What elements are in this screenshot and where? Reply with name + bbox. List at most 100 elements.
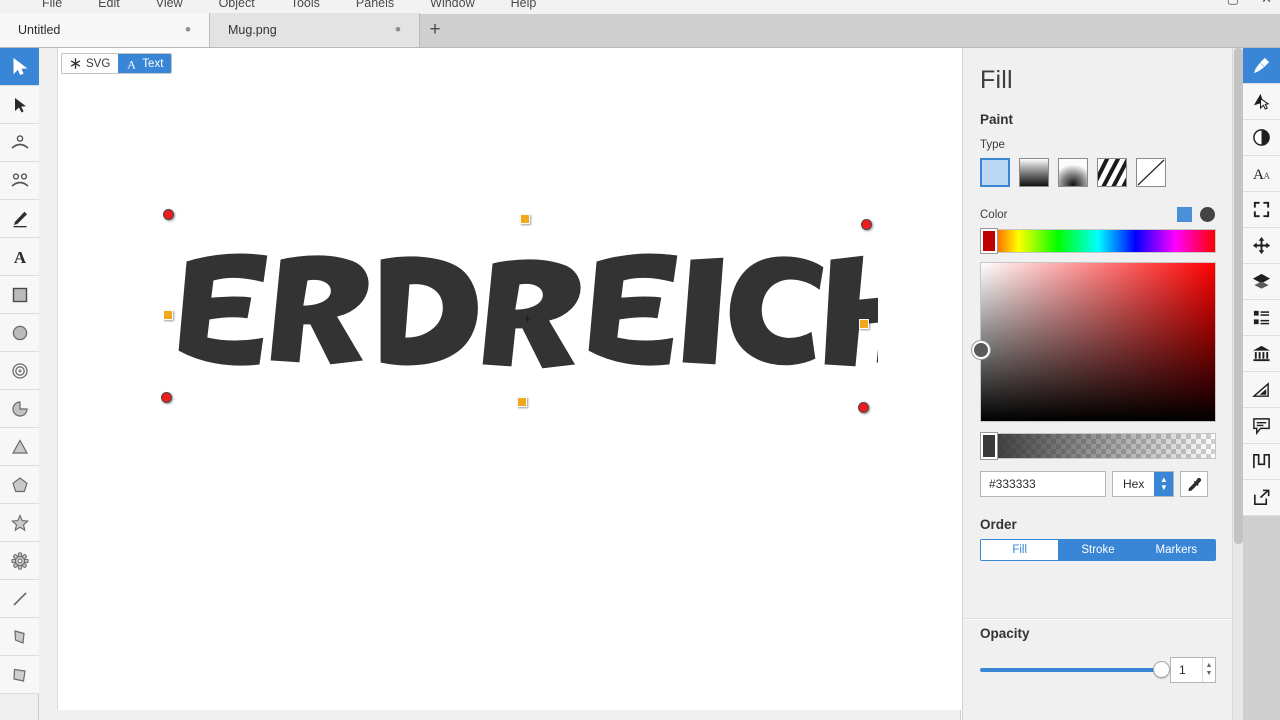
- opacity-section: Opacity 1 ▲ ▼: [980, 626, 1216, 683]
- pie-tool[interactable]: [0, 390, 39, 428]
- menu-tools[interactable]: Tools: [291, 0, 320, 10]
- color-mode-circle-swatch[interactable]: [1200, 207, 1215, 222]
- typography-panel-icon[interactable]: A A: [1243, 156, 1280, 192]
- move-panel-icon[interactable]: [1243, 228, 1280, 264]
- tab-untitled[interactable]: Untitled •: [0, 13, 210, 47]
- pentagon-tool[interactable]: [0, 466, 39, 504]
- menu-help[interactable]: Help: [511, 0, 537, 10]
- menu-edit[interactable]: Edit: [98, 0, 120, 10]
- single-node-tool[interactable]: [0, 124, 39, 162]
- color-mode-square-swatch[interactable]: [1177, 207, 1192, 222]
- export-panel-icon[interactable]: [1243, 480, 1280, 516]
- path-panel-icon[interactable]: [1243, 444, 1280, 480]
- triangle-tool[interactable]: [0, 428, 39, 466]
- selection-handle-middle-right[interactable]: [859, 319, 869, 329]
- svg-text:A: A: [1263, 172, 1270, 182]
- layers-panel-icon[interactable]: [1243, 264, 1280, 300]
- tab-label: Mug.png: [228, 23, 277, 37]
- fill-properties-panel: Fill Paint Type Color #333333 Hex ▲ ▼ Or…: [962, 48, 1232, 720]
- order-segment-markers[interactable]: Markers: [1137, 540, 1215, 560]
- polyline-tool[interactable]: [0, 618, 39, 656]
- eyedropper-button[interactable]: [1180, 471, 1209, 497]
- stepper-arrows-icon[interactable]: ▲ ▼: [1202, 658, 1215, 682]
- paint-type-none[interactable]: [1136, 158, 1166, 187]
- paint-type-linear-gradient[interactable]: [1019, 158, 1049, 187]
- page-title: Fill: [980, 66, 1013, 94]
- multi-node-tool[interactable]: [0, 162, 39, 200]
- alpha-slider[interactable]: [980, 432, 1216, 460]
- menu-window[interactable]: Window: [430, 0, 474, 10]
- menu-file[interactable]: File: [42, 0, 62, 10]
- breadcrumb-item-text[interactable]: A Text: [118, 54, 172, 73]
- minimize-button[interactable]: —: [1192, 0, 1205, 6]
- selection-handle-top-center[interactable]: [520, 214, 530, 224]
- opacity-slider[interactable]: [980, 661, 1170, 678]
- menu-panels[interactable]: Panels: [356, 0, 394, 10]
- breadcrumb-label: Text: [142, 57, 164, 70]
- erdreich-wordmark: [177, 251, 878, 370]
- polygon-tool[interactable]: [0, 656, 39, 694]
- svg-text:A: A: [1253, 166, 1264, 183]
- opacity-stepper[interactable]: 1 ▲ ▼: [1170, 657, 1216, 683]
- opacity-slider-thumb[interactable]: [1153, 661, 1170, 678]
- measure-panel-icon[interactable]: [1243, 372, 1280, 408]
- line-tool[interactable]: [0, 580, 39, 618]
- menu-bar: File Edit View Object Tools Panels Windo…: [0, 0, 1280, 14]
- selection-handle-top-left[interactable]: [163, 209, 174, 220]
- contrast-panel-icon[interactable]: [1243, 120, 1280, 156]
- tab-close-icon[interactable]: •: [181, 21, 195, 38]
- chevron-updown-icon[interactable]: ▲ ▼: [1154, 472, 1174, 496]
- gear-tool[interactable]: [0, 542, 39, 580]
- selection-handle-middle-left[interactable]: [163, 310, 173, 320]
- order-segment-fill[interactable]: Fill: [981, 540, 1060, 560]
- order-label: Order: [980, 517, 1017, 532]
- menu-view[interactable]: View: [156, 0, 183, 10]
- concentric-circles-tool[interactable]: [0, 352, 39, 390]
- comment-panel-icon[interactable]: [1243, 408, 1280, 444]
- star-tool[interactable]: [0, 504, 39, 542]
- ellipse-tool[interactable]: [0, 314, 39, 352]
- canvas-surface[interactable]: SVG A Text +: [57, 48, 961, 710]
- maximize-button[interactable]: ▢: [1227, 0, 1239, 6]
- panel-scrollbar-track[interactable]: [1232, 48, 1243, 720]
- paint-type-radial-gradient[interactable]: [1058, 158, 1088, 187]
- node-tool[interactable]: [0, 86, 39, 124]
- selection-handle-bottom-center[interactable]: [517, 397, 527, 407]
- new-tab-button[interactable]: +: [420, 13, 450, 47]
- saturation-value-picker[interactable]: [972, 262, 1216, 422]
- hue-slider-thumb[interactable]: [980, 228, 998, 254]
- selection-handle-top-right[interactable]: [861, 219, 872, 230]
- rectangle-tool[interactable]: [0, 276, 39, 314]
- paint-type-flat-color[interactable]: [980, 158, 1010, 187]
- hue-slider[interactable]: [980, 228, 1216, 254]
- text-artwork[interactable]: [168, 223, 878, 388]
- selection-handle-bottom-left[interactable]: [161, 392, 172, 403]
- tab-mug-png[interactable]: Mug.png •: [210, 13, 420, 47]
- breadcrumb-item-svg[interactable]: SVG: [62, 54, 118, 73]
- selection-handle-bottom-right[interactable]: [858, 402, 869, 413]
- paint-type-pattern[interactable]: [1090, 152, 1140, 194]
- hex-input[interactable]: [980, 471, 1106, 497]
- selected-object[interactable]: +: [161, 209, 878, 413]
- breadcrumb-label: SVG: [86, 57, 111, 70]
- color-format-select[interactable]: Hex ▲ ▼: [1112, 471, 1175, 497]
- tab-close-icon[interactable]: •: [391, 21, 405, 38]
- paint-panel-icon[interactable]: [1243, 48, 1280, 84]
- objects-panel-icon[interactable]: [1243, 300, 1280, 336]
- alpha-slider-thumb[interactable]: [980, 432, 998, 460]
- text-tool[interactable]: A: [0, 238, 39, 276]
- paint-type-row: [980, 152, 1215, 194]
- selector-tool[interactable]: [0, 48, 39, 86]
- color-mode-toggles: [1177, 207, 1215, 222]
- transform-panel-icon[interactable]: [1243, 192, 1280, 228]
- node-panel-icon[interactable]: [1243, 84, 1280, 120]
- breadcrumb: SVG A Text: [61, 53, 173, 74]
- order-segment-stroke[interactable]: Stroke: [1059, 540, 1138, 560]
- color-format-value: Hex: [1123, 477, 1145, 491]
- saturation-value-thumb[interactable]: [972, 341, 990, 359]
- pencil-tool[interactable]: [0, 200, 39, 238]
- menu-object[interactable]: Object: [219, 0, 255, 10]
- close-button[interactable]: ✕: [1261, 0, 1272, 6]
- library-panel-icon[interactable]: [1243, 336, 1280, 372]
- panel-scrollbar-thumb[interactable]: [1234, 48, 1243, 544]
